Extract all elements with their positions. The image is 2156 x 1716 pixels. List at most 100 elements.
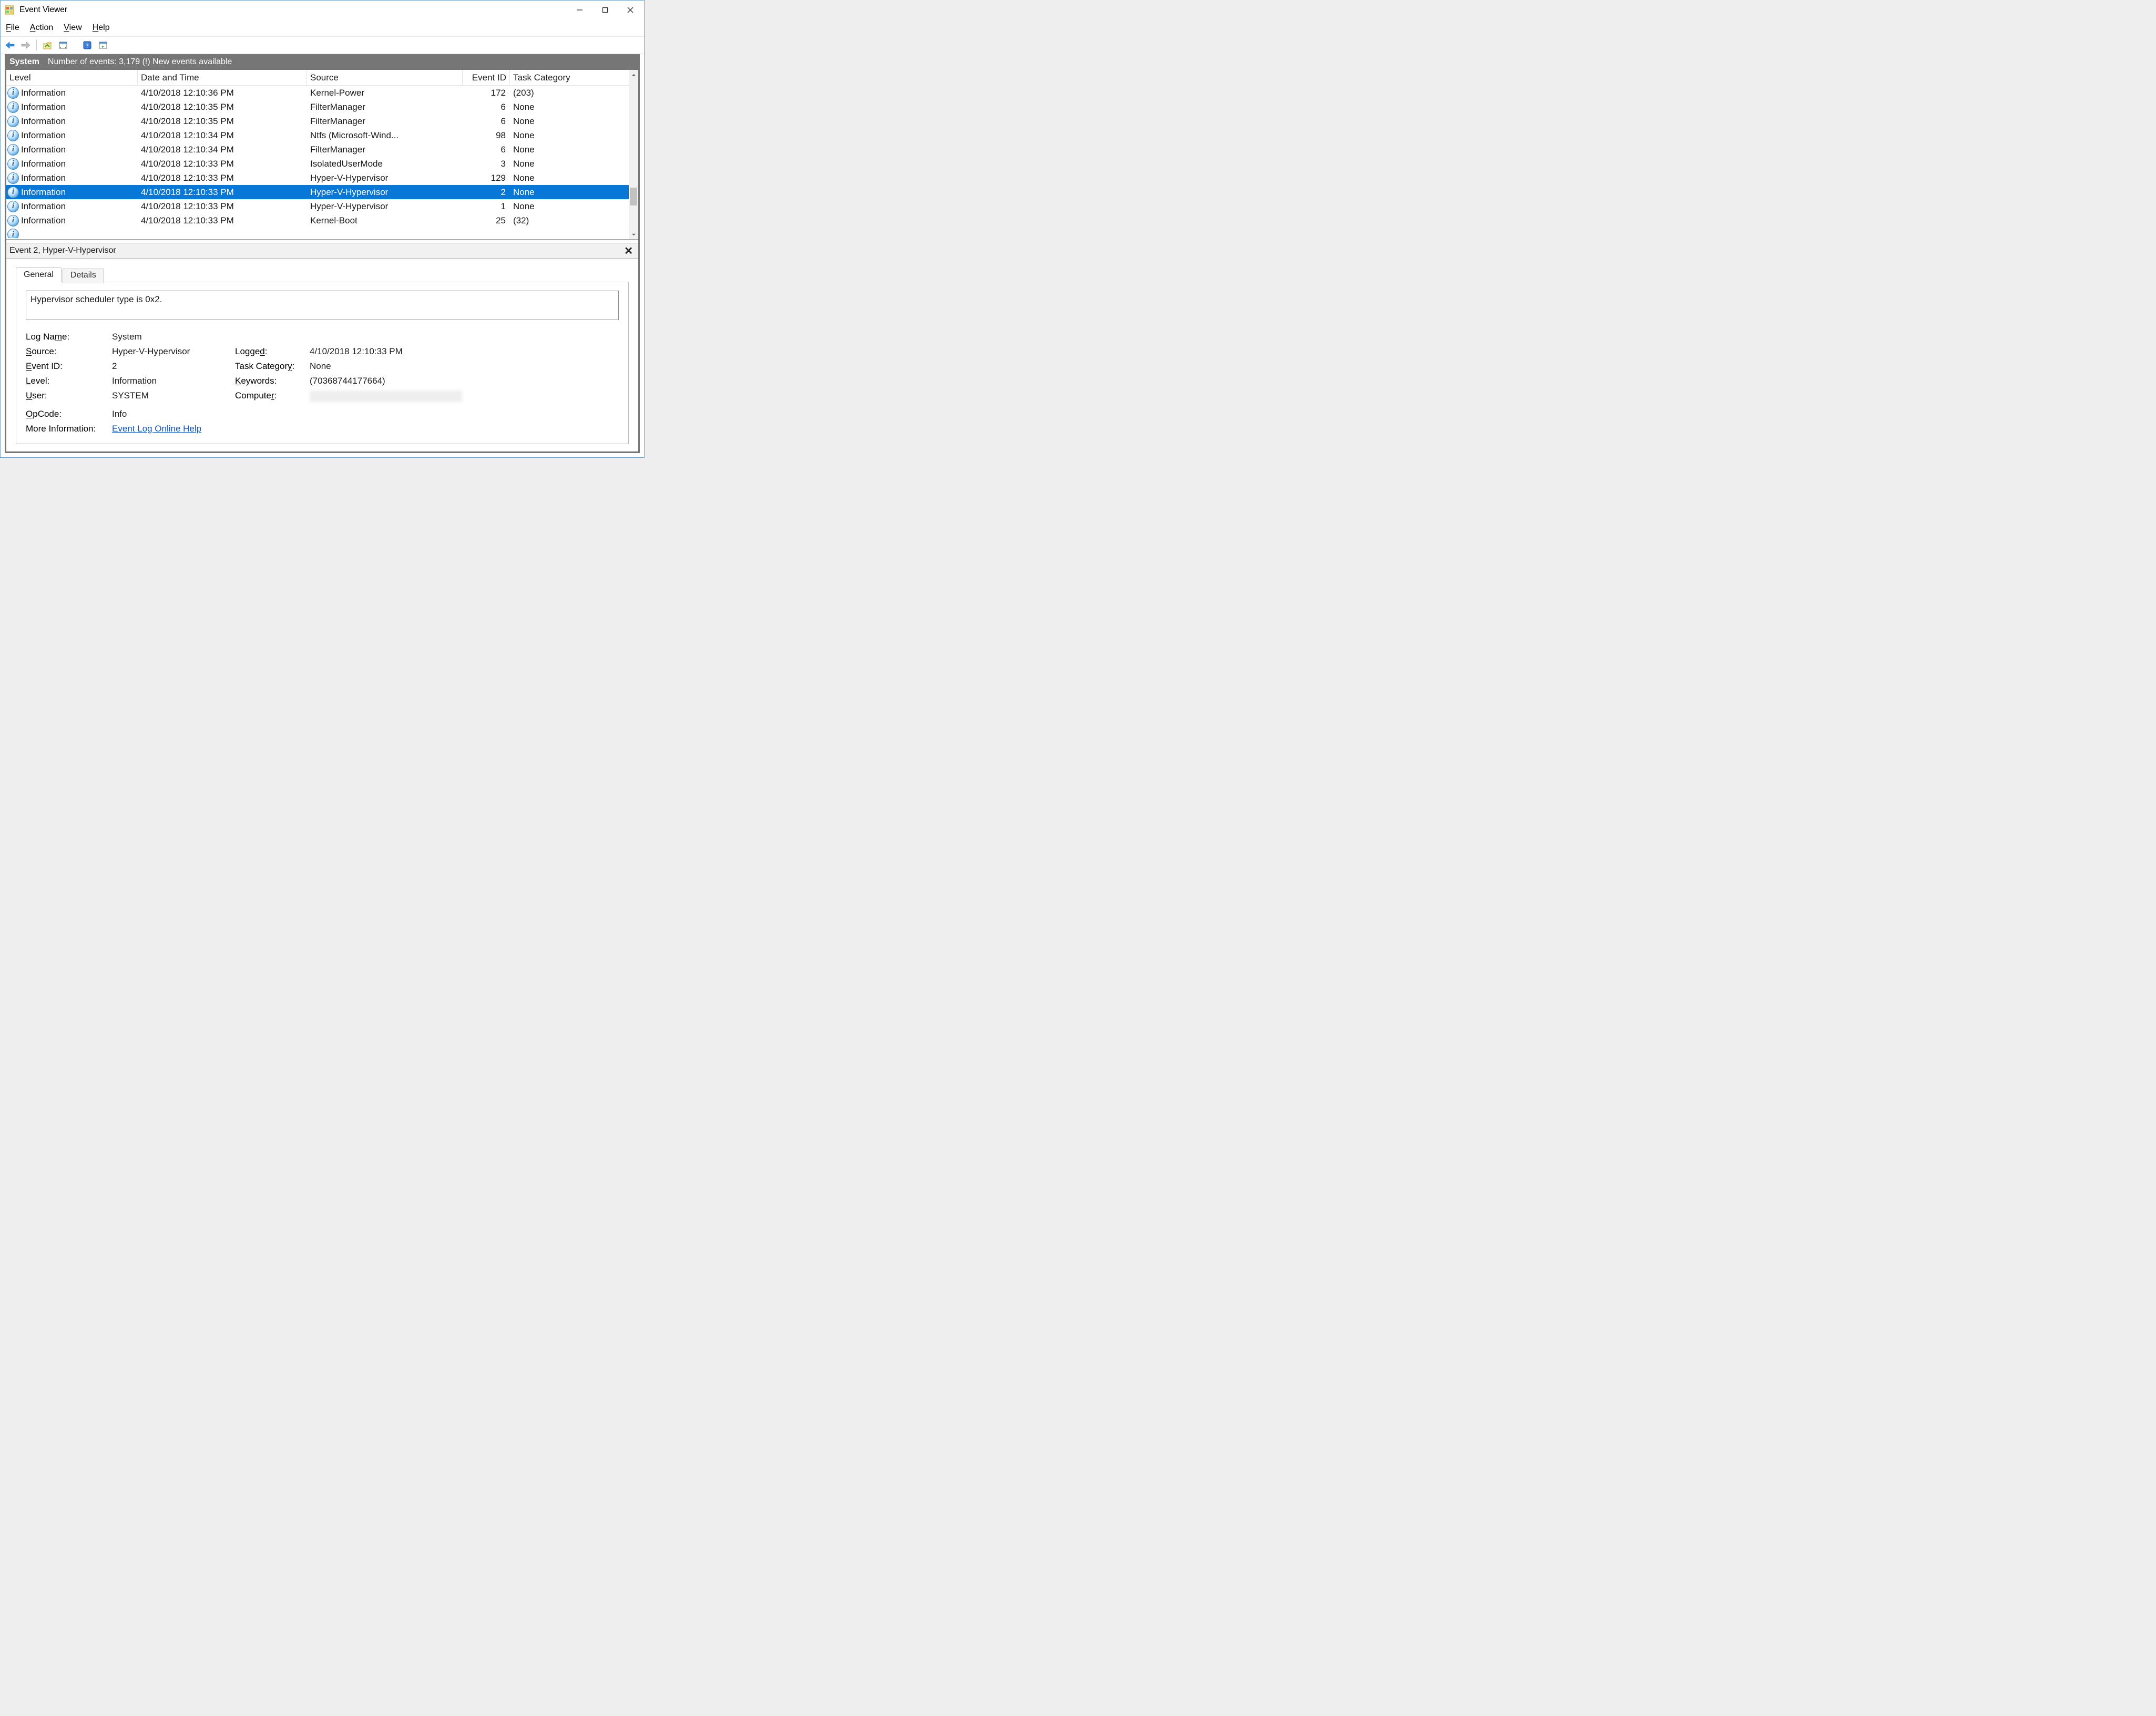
cell-datetime: 4/10/2018 12:10:36 PM	[138, 88, 307, 98]
col-source[interactable]: Source	[307, 70, 463, 85]
toolbar: ?	[1, 36, 644, 54]
close-button[interactable]	[618, 2, 643, 18]
prop-keywords-value: (70368744177664)	[310, 376, 467, 386]
table-row[interactable]: iInformation4/10/2018 12:10:35 PMFilterM…	[6, 114, 629, 128]
prop-source-value: Hyper-V-Hypervisor	[112, 346, 233, 357]
menu-file[interactable]: File	[6, 23, 19, 33]
event-log-online-help-link[interactable]: Event Log Online Help	[112, 424, 201, 434]
grid-header[interactable]: Level Date and Time Source Event ID Task…	[6, 70, 629, 86]
cell-datetime: 4/10/2018 12:10:34 PM	[138, 145, 307, 155]
table-row[interactable]: iInformation4/10/2018 12:10:33 PMIsolate…	[6, 157, 629, 171]
grid-body[interactable]: iInformation4/10/2018 12:10:36 PMKernel-…	[6, 86, 629, 239]
prop-keywords-label: Keywords:	[235, 376, 308, 386]
cell-source: Kernel-Boot	[307, 215, 463, 226]
up-button[interactable]	[41, 39, 54, 52]
table-row[interactable]: iInformation4/10/2018 12:10:33 PMHyper-V…	[6, 185, 629, 199]
cell-task-category: None	[510, 130, 626, 141]
table-row[interactable]: iInformation4/10/2018 12:10:33 PMKernel-…	[6, 213, 629, 228]
cell-source: Hyper-V-Hypervisor	[307, 201, 463, 212]
table-row[interactable]: iInformation4/10/2018 12:10:33 PMHyper-V…	[6, 171, 629, 185]
information-icon: i	[7, 144, 19, 156]
prop-eventid-value: 2	[112, 361, 233, 372]
cell-task-category: None	[510, 145, 626, 155]
table-row[interactable]: i	[6, 228, 629, 238]
minimize-button[interactable]	[567, 2, 592, 18]
scroll-thumb[interactable]	[630, 188, 637, 205]
tab-general-page: Hypervisor scheduler type is 0x2. Log Na…	[16, 282, 629, 444]
cell-source: Ntfs (Microsoft-Wind...	[307, 130, 463, 141]
cell-datetime: 4/10/2018 12:10:33 PM	[138, 173, 307, 183]
cell-datetime: 4/10/2018 12:10:33 PM	[138, 215, 307, 226]
cell-event-id: 6	[463, 102, 510, 112]
event-properties: Log Name: System Source: Hyper-V-Hypervi…	[26, 332, 619, 434]
menu-help[interactable]: Help	[93, 23, 110, 33]
svg-text:?: ?	[86, 42, 89, 49]
cell-event-id: 1	[463, 201, 510, 212]
tab-details[interactable]: Details	[63, 269, 104, 283]
table-row[interactable]: iInformation4/10/2018 12:10:36 PMKernel-…	[6, 86, 629, 100]
cell-event-id: 6	[463, 145, 510, 155]
back-button[interactable]	[4, 39, 16, 52]
properties-button[interactable]	[57, 39, 69, 52]
detail-title: Event 2, Hyper-V-Hypervisor	[9, 246, 116, 255]
information-icon: i	[7, 229, 19, 238]
col-event-id[interactable]: Event ID	[463, 70, 510, 85]
menu-action[interactable]: Action	[30, 23, 53, 33]
information-icon: i	[7, 130, 19, 141]
cell-source: FilterManager	[307, 116, 463, 127]
cell-task-category: None	[510, 201, 626, 212]
detail-body: General Details Hypervisor scheduler typ…	[6, 259, 638, 451]
table-row[interactable]: iInformation 4/10/2018 12:10:34 PMNtfs (M…	[6, 128, 629, 142]
cell-source: FilterManager	[307, 102, 463, 112]
detail-close-button[interactable]: ✕	[624, 244, 633, 258]
detail-header[interactable]: Event 2, Hyper-V-Hypervisor ✕	[6, 243, 638, 259]
information-icon: i	[7, 187, 19, 198]
information-icon: i	[7, 101, 19, 113]
col-task-category[interactable]: Task Category	[510, 70, 626, 85]
cell-source: Hyper-V-Hypervisor	[307, 187, 463, 198]
cell-task-category: (32)	[510, 215, 626, 226]
menu-view[interactable]: View	[64, 23, 81, 33]
titlebar[interactable]: Event Viewer	[1, 1, 644, 19]
prop-moreinfo-value: Event Log Online Help	[112, 424, 467, 434]
cell-datetime: 4/10/2018 12:10:35 PM	[138, 102, 307, 112]
table-row[interactable]: iInformation 4/10/2018 12:10:35 PMFilterM…	[6, 100, 629, 114]
table-row[interactable]: iInformation4/10/2018 12:10:34 PMFilterM…	[6, 142, 629, 157]
refresh-button[interactable]	[97, 39, 109, 52]
prop-opcode-label: OpCode:	[26, 409, 110, 419]
scroll-down-icon[interactable]	[629, 230, 638, 239]
prop-moreinfo-label: More Information:	[26, 424, 110, 434]
prop-user-value: SYSTEM	[112, 391, 233, 405]
prop-eventid-label: Event ID:	[26, 361, 110, 372]
prop-level-value: Information	[112, 376, 233, 386]
cell-level: Information	[21, 130, 66, 141]
table-row[interactable]: iInformation4/10/2018 12:10:33 PMHyper-V…	[6, 199, 629, 213]
prop-opcode-value: Info	[112, 409, 467, 419]
cell-source: Kernel-Power	[307, 88, 463, 98]
cell-event-id: 6	[463, 116, 510, 127]
cell-level: Information	[21, 102, 66, 112]
forward-button[interactable]	[19, 39, 32, 52]
cell-datetime: 4/10/2018 12:10:34 PM	[138, 130, 307, 141]
maximize-button[interactable]	[592, 2, 618, 18]
cell-level: Information	[21, 88, 66, 98]
cell-event-id: 2	[463, 187, 510, 198]
col-datetime[interactable]: Date and Time	[138, 70, 307, 85]
cell-level: Information	[21, 201, 66, 212]
tab-general[interactable]: General	[16, 268, 62, 282]
cell-level: Information	[21, 173, 66, 183]
log-panel: System Number of events: 3,179 (!) New e…	[5, 54, 640, 453]
cell-level: Information	[21, 215, 66, 226]
cell-datetime: 4/10/2018 12:10:33 PM	[138, 201, 307, 212]
scroll-up-icon[interactable]	[629, 70, 638, 79]
cell-task-category: None	[510, 187, 626, 198]
cell-level: Information	[21, 159, 66, 169]
cell-event-id: 129	[463, 173, 510, 183]
col-level[interactable]: Level	[6, 70, 138, 85]
menubar: File Action View Help	[1, 19, 644, 36]
cell-source: FilterManager	[307, 145, 463, 155]
cell-level: Information	[21, 116, 66, 127]
grid-scrollbar[interactable]	[629, 70, 638, 239]
help-button[interactable]: ?	[81, 39, 94, 52]
prop-source-label: Source:	[26, 346, 110, 357]
